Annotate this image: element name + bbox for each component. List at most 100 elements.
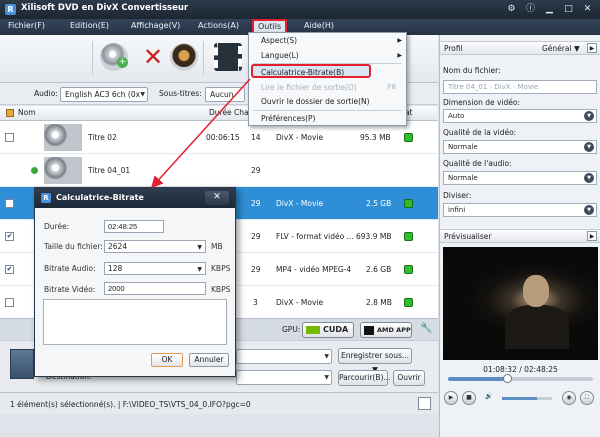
maximize-icon[interactable]: □ xyxy=(562,3,575,16)
filesize-select[interactable]: 2624 ▼ xyxy=(104,240,206,253)
row-checkbox[interactable] xyxy=(5,199,14,208)
film-icon[interactable] xyxy=(214,43,242,71)
close-icon[interactable]: ✕ xyxy=(581,3,594,16)
video-figure xyxy=(505,305,569,349)
open-button[interactable]: Ouvrir xyxy=(393,370,425,386)
seek-progress xyxy=(448,377,508,381)
audio-select[interactable]: English AC3 6ch (0x ▼ xyxy=(60,87,148,102)
column-header-channel[interactable]: Cha xyxy=(234,108,249,117)
audio-bitrate-select[interactable]: 128 ▼ xyxy=(104,262,206,275)
disc-thumbnail-icon xyxy=(44,157,82,184)
row-checkbox[interactable] xyxy=(5,298,14,307)
menu-item-preferences[interactable]: Préférences(P) xyxy=(261,114,316,123)
subtitles-label: Sous-titres: xyxy=(159,89,202,98)
save-as-button[interactable]: Enregistrer sous... ▼ xyxy=(338,348,412,374)
chevron-down-icon: ▼ xyxy=(584,173,594,183)
subtitles-select-value: Aucun xyxy=(210,90,234,99)
amd-app-button[interactable]: AMD APP xyxy=(360,322,412,338)
app-logo-icon: R xyxy=(5,4,16,15)
profile-select[interactable]: ▼ xyxy=(236,349,332,364)
video-size-select[interactable]: Auto ▼ xyxy=(443,109,597,123)
info-icon[interactable]: ⓘ xyxy=(524,3,537,16)
menu-actions[interactable]: Actions(A) xyxy=(198,21,239,30)
outils-dropdown-menu: Aspect(S) ▶ Langue(L) ▶ Calculatrice-Bit… xyxy=(248,32,407,126)
column-header-duration[interactable]: Durée xyxy=(209,108,232,117)
seek-handle[interactable] xyxy=(503,374,513,383)
audio-quality-value: Normale xyxy=(448,174,478,182)
log-icon[interactable] xyxy=(418,397,431,410)
dialog-title: Calculatrice-Bitrate xyxy=(56,193,144,202)
preview-title: Prévisualiser xyxy=(444,232,492,241)
chevron-right-icon[interactable]: ▶ xyxy=(587,231,597,241)
row-name: Titre 02 xyxy=(88,133,117,142)
video-quality-select[interactable]: Normale ▼ xyxy=(443,140,597,154)
close-icon[interactable]: ✕ xyxy=(205,191,229,205)
menu-item-langue[interactable]: Langue(L) xyxy=(261,51,299,60)
menu-item-aspect[interactable]: Aspect(S) xyxy=(261,36,297,45)
menu-affichage[interactable]: Affichage(V) xyxy=(131,21,180,30)
snapshot-icon[interactable]: ◉ xyxy=(562,391,576,405)
split-select[interactable]: infini ▼ xyxy=(443,203,597,217)
submenu-arrow-icon: ▶ xyxy=(397,37,402,44)
row-size: 2.6 GB xyxy=(366,265,392,274)
row-duration: 00:06:15 xyxy=(206,133,240,142)
audio-quality-select[interactable]: Normale ▼ xyxy=(443,171,597,185)
select-all-checkbox[interactable] xyxy=(6,109,14,117)
video-quality-label: Qualité de la vidéo: xyxy=(443,128,517,137)
row-checkbox[interactable] xyxy=(5,133,14,142)
table-row[interactable]: Titre 04_01 29 xyxy=(0,154,438,187)
row-checkbox[interactable]: ✔ xyxy=(5,265,14,274)
subtitles-select[interactable]: Aucun xyxy=(205,87,245,102)
menu-item-bitrate-calculator[interactable]: Calculatrice-Bitrate(B) xyxy=(261,68,344,77)
menu-item-open-output-folder[interactable]: Ouvrir le dossier de sortie(N) xyxy=(261,97,370,106)
profile-mode-select[interactable]: Général ▼ xyxy=(542,44,580,53)
video-size-label: Dimension de vidéo: xyxy=(443,98,521,107)
audio-bitrate-unit: KBPS xyxy=(211,264,231,273)
audio-label: Audio: xyxy=(34,89,58,98)
disc-thumbnail-icon xyxy=(44,124,82,151)
menu-edition[interactable]: Edition(E) xyxy=(70,21,109,30)
audio-select-value: English AC3 6ch (0x xyxy=(65,90,141,99)
play-icon[interactable]: ▶ xyxy=(444,391,458,405)
minimize-icon[interactable]: ▁ xyxy=(543,3,556,16)
window-title: Xilisoft DVD en DivX Convertisseur xyxy=(21,3,189,13)
destination-select[interactable]: ▼ xyxy=(236,370,332,385)
row-checkbox[interactable]: ✔ xyxy=(5,232,14,241)
status-bar: 1 élément(s) sélectionné(s). | F:\VIDEO_… xyxy=(0,392,438,414)
cuda-button[interactable]: CUDA xyxy=(302,322,354,338)
fullscreen-icon[interactable]: ⛶ xyxy=(580,391,594,405)
profile-panel-title: Profil xyxy=(444,44,463,53)
row-channel: 29 xyxy=(251,232,261,241)
seek-slider[interactable] xyxy=(448,374,593,383)
settings-icon[interactable]: ⚙ xyxy=(505,3,518,16)
play-indicator-icon xyxy=(31,167,38,174)
row-profile: DivX - Movie xyxy=(276,199,324,208)
menu-fichier[interactable]: Fichier(F) xyxy=(8,21,45,30)
save-as-label: Enregistrer sous... xyxy=(340,351,410,360)
row-profile: DivX - Movie xyxy=(276,298,324,307)
owl-icon[interactable] xyxy=(170,43,198,71)
video-figure-face xyxy=(523,275,549,307)
column-header-name[interactable]: Nom xyxy=(18,108,36,117)
video-bitrate-field[interactable] xyxy=(104,282,206,295)
add-badge-icon: + xyxy=(117,57,128,68)
ok-button[interactable]: OK xyxy=(151,353,183,367)
volume-slider[interactable] xyxy=(502,397,552,400)
chevron-down-icon: ▼ xyxy=(140,91,145,98)
amd-icon xyxy=(364,326,374,335)
filename-field[interactable]: Titre 04_01 - DivX - Movie xyxy=(443,80,597,94)
menu-aide[interactable]: Aide(H) xyxy=(304,21,334,30)
row-channel: 29 xyxy=(251,265,261,274)
delete-icon[interactable]: ✕ xyxy=(139,43,167,71)
row-profile: MP4 - vidéo MPEG-4 xyxy=(276,265,352,274)
chevron-right-icon[interactable]: ▶ xyxy=(587,43,597,53)
browse-button[interactable]: Parcourir(B)... xyxy=(338,370,391,386)
volume-icon[interactable]: 🔊 xyxy=(482,391,496,405)
status-ok-icon xyxy=(404,298,413,307)
status-ok-icon xyxy=(404,133,413,142)
wrench-icon[interactable]: 🔧 xyxy=(420,323,432,334)
stop-icon[interactable]: ■ xyxy=(462,391,476,405)
duration-field[interactable] xyxy=(104,220,164,233)
amd-label: AMD APP xyxy=(377,326,411,334)
cancel-button[interactable]: Annuler xyxy=(189,353,229,367)
